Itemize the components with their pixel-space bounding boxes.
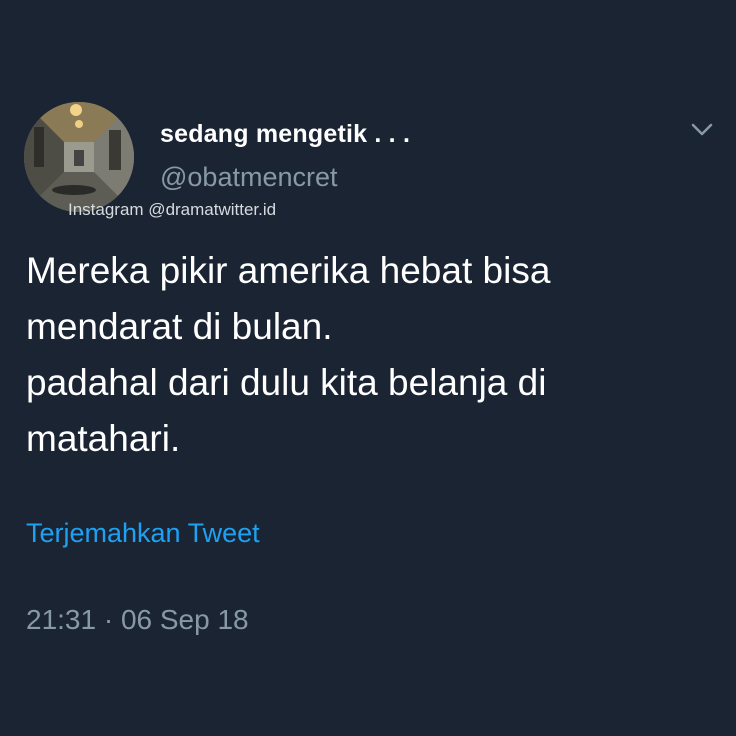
tweet-timestamp[interactable]: 21:31 · 06 Sep 18 — [26, 604, 249, 636]
tweet-card: sedang mengetik . . . @obatmencret Insta… — [0, 0, 736, 736]
avatar[interactable] — [24, 102, 134, 212]
chevron-down-icon[interactable] — [688, 116, 716, 144]
tweet-line: mendarat di bulan. — [26, 306, 333, 347]
author-display-name[interactable]: sedang mengetik . . . — [160, 120, 410, 149]
translate-tweet-link[interactable]: Terjemahkan Tweet — [26, 518, 260, 549]
tweet-text: Mereka pikir amerika hebat bisa mendarat… — [26, 243, 706, 467]
avatar-image — [24, 102, 134, 212]
tweet-line: matahari. — [26, 418, 181, 459]
tweet-line: Mereka pikir amerika hebat bisa — [26, 250, 551, 291]
tweet-line: padahal dari dulu kita belanja di — [26, 362, 547, 403]
watermark-text: Instagram @dramatwitter.id — [68, 200, 277, 219]
author-handle[interactable]: @obatmencret — [160, 162, 338, 193]
